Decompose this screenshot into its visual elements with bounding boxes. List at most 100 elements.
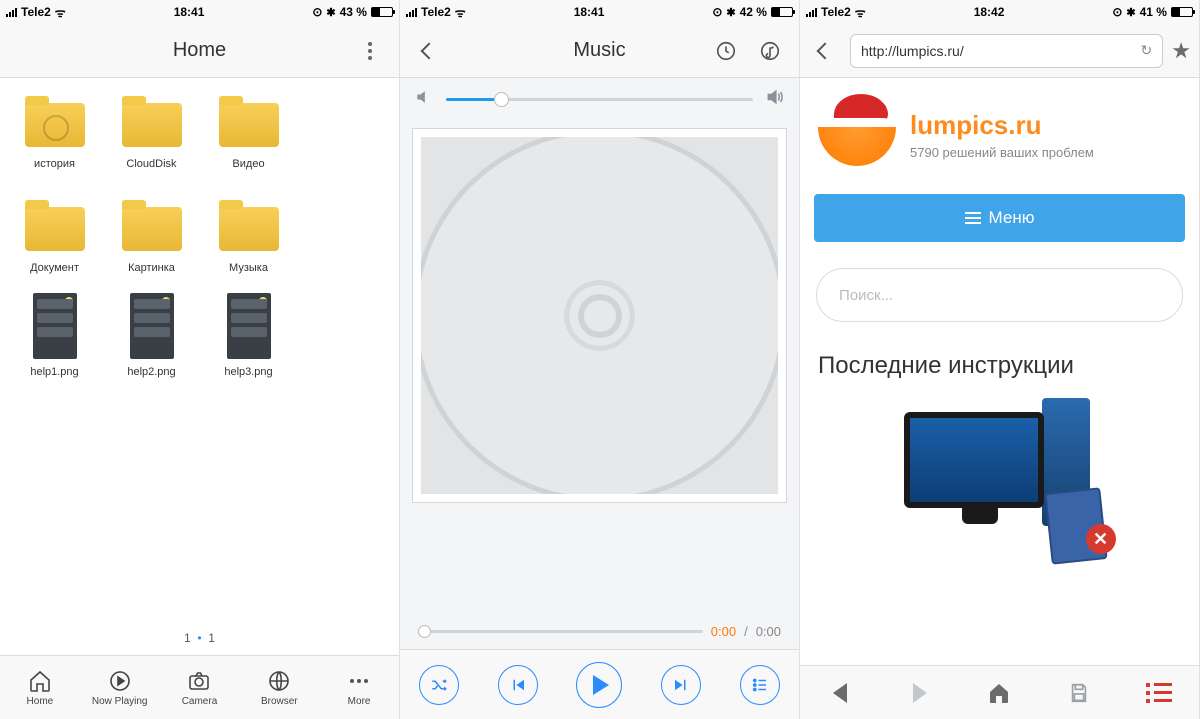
time-total: 0:00 <box>756 624 781 639</box>
triangle-left-icon <box>833 683 847 703</box>
shuffle-button[interactable] <box>419 665 459 705</box>
speaker-high-icon <box>765 87 785 112</box>
skip-prev-icon <box>509 676 527 694</box>
bookmark-button[interactable]: ★ <box>1171 38 1191 64</box>
wifi-icon: ᯤ <box>855 4 866 21</box>
battery-percent: 41 % <box>1140 5 1167 19</box>
back-button[interactable] <box>412 34 446 68</box>
section-heading: Последние инструкции <box>818 352 1181 380</box>
folder-clouddisk[interactable]: CloudDisk <box>103 92 200 170</box>
play-circle-icon <box>84 668 156 694</box>
nav-back-button[interactable] <box>826 679 854 707</box>
battery-icon <box>771 7 793 17</box>
folder-icon <box>25 103 85 147</box>
tab-more[interactable]: More <box>323 668 395 707</box>
pager: 1 • 1 <box>0 623 399 655</box>
wifi-icon: ᯤ <box>455 4 466 21</box>
folder-video[interactable]: Видео <box>200 92 297 170</box>
search-input[interactable]: Поиск... <box>816 268 1183 322</box>
next-button[interactable] <box>661 665 701 705</box>
alarm-icon: ⊙ <box>312 5 322 19</box>
image-thumb-icon <box>33 293 77 359</box>
album-art-frame <box>400 120 799 511</box>
search-placeholder: Поиск... <box>839 287 893 304</box>
site-header: lumpics.ru 5790 решений ваших проблем <box>800 78 1199 180</box>
nav-forward-button[interactable] <box>906 679 934 707</box>
article-image[interactable]: ✕ <box>870 390 1130 560</box>
play-button[interactable] <box>576 662 622 708</box>
image-thumb-icon <box>130 293 174 359</box>
folder-icon <box>122 207 182 251</box>
volume-slider[interactable] <box>446 98 753 101</box>
folder-picture[interactable]: Картинка <box>103 196 200 274</box>
history-button[interactable] <box>709 34 743 68</box>
browser-url-bar: http://lumpics.ru/ ↻ ★ <box>800 24 1199 78</box>
back-button[interactable] <box>808 34 842 68</box>
site-title: lumpics.ru <box>910 110 1094 141</box>
speaker-low-icon <box>414 87 434 112</box>
folder-history[interactable]: история <box>6 92 103 170</box>
tab-now-playing[interactable]: Now Playing <box>84 668 156 707</box>
home-icon <box>987 681 1011 705</box>
url-text: http://lumpics.ru/ <box>861 43 964 59</box>
image-thumb-icon <box>227 293 271 359</box>
battery-percent: 42 % <box>740 5 767 19</box>
browser-toolbar <box>800 665 1199 719</box>
battery-icon <box>371 7 393 17</box>
screen-home: Tele2 ᯤ 18:41 ⊙ ✱ 43 % Home история Clou… <box>0 0 400 719</box>
battery-icon <box>1171 7 1193 17</box>
volume-row <box>400 78 799 120</box>
songs-button[interactable] <box>753 34 787 68</box>
tab-home[interactable]: Home <box>4 668 76 707</box>
web-content[interactable]: lumpics.ru 5790 решений ваших проблем Ме… <box>800 78 1199 665</box>
folder-icon <box>219 103 279 147</box>
home-icon <box>4 668 76 694</box>
bluetooth-icon: ✱ <box>1126 6 1135 19</box>
triangle-right-icon <box>913 683 927 703</box>
url-field[interactable]: http://lumpics.ru/ ↻ <box>850 34 1163 68</box>
dots-vertical-icon <box>368 42 372 60</box>
more-icon <box>323 668 395 694</box>
file-help3[interactable]: help3.png <box>200 300 297 378</box>
menu-button[interactable]: Меню <box>814 194 1185 242</box>
file-help2[interactable]: help2.png <box>103 300 200 378</box>
status-bar: Tele2 ᯤ 18:41 ⊙ ✱ 42 % <box>400 0 799 24</box>
wifi-icon: ᯤ <box>55 4 66 21</box>
carrier-label: Tele2 <box>21 5 51 19</box>
star-icon: ★ <box>1171 38 1191 63</box>
prev-button[interactable] <box>498 665 538 705</box>
folder-document[interactable]: Документ <box>6 196 103 274</box>
signal-icon <box>806 7 817 17</box>
nav-home-button[interactable] <box>985 679 1013 707</box>
page-title: Home <box>0 39 399 62</box>
bookmarks-list-button[interactable] <box>1145 679 1173 707</box>
bluetooth-icon: ✱ <box>726 6 735 19</box>
status-bar: Tele2 ᯤ 18:41 ⊙ ✱ 43 % <box>0 0 399 24</box>
chevron-left-icon <box>817 42 834 59</box>
list-icon <box>1146 683 1172 703</box>
clock: 18:41 <box>174 5 205 19</box>
folder-music[interactable]: Музыка <box>200 196 297 274</box>
music-note-icon <box>759 40 781 62</box>
save-button[interactable] <box>1065 679 1093 707</box>
signal-icon <box>406 7 417 17</box>
tab-bar: Home Now Playing Camera Browser More <box>0 655 399 719</box>
play-icon <box>593 675 609 695</box>
hamburger-icon <box>965 212 981 224</box>
playlist-button[interactable] <box>740 665 780 705</box>
site-subtitle: 5790 решений ваших проблем <box>910 145 1094 160</box>
error-badge-icon: ✕ <box>1086 524 1116 554</box>
bluetooth-icon: ✱ <box>326 6 335 19</box>
folder-icon <box>219 207 279 251</box>
menu-button[interactable] <box>353 34 387 68</box>
file-help1[interactable]: help1.png <box>6 300 103 378</box>
seek-slider[interactable] <box>418 630 703 633</box>
time-current: 0:00 <box>711 624 736 639</box>
shuffle-icon <box>430 676 448 694</box>
reload-icon[interactable]: ↻ <box>1141 42 1153 59</box>
site-logo-icon <box>818 96 896 174</box>
screen-music: Tele2 ᯤ 18:41 ⊙ ✱ 42 % Music 0:00/0:00 <box>400 0 800 719</box>
tab-camera[interactable]: Camera <box>163 668 235 707</box>
tab-browser[interactable]: Browser <box>243 668 315 707</box>
signal-icon <box>6 7 17 17</box>
